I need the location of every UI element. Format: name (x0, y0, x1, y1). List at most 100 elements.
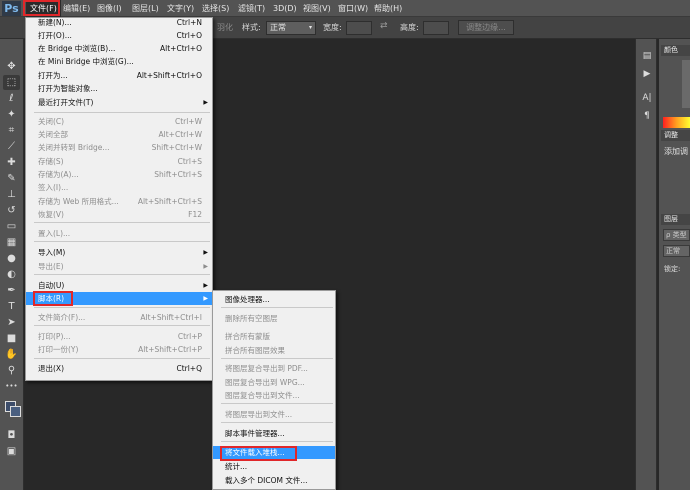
menu-filter[interactable]: 滤镜(T) (234, 0, 269, 17)
menu-item-label: 图层复合导出到 WPG... (225, 378, 305, 387)
color-panel-scrollbar[interactable] (682, 60, 690, 108)
eyedropper-tool-icon[interactable]: ⟋ (3, 139, 20, 154)
menu-item-label: 置入(L)... (38, 229, 71, 238)
screen-mode-icon[interactable]: ▣ (3, 444, 20, 459)
file-menu-item[interactable]: 在 Mini Bridge 中浏览(G)... (26, 55, 212, 68)
scripts-menu-item[interactable]: 载入多个 DICOM 文件... (213, 474, 335, 487)
clone-stamp-tool-icon[interactable]: ⊥ (3, 187, 20, 202)
dodge-tool-icon[interactable]: ◐ (3, 267, 20, 282)
file-menu-item[interactable]: 存储为 Web 所用格式... Alt+Shift+Ctrl+S (26, 195, 212, 208)
scripts-menu-item[interactable]: 图像处理器... (213, 293, 335, 306)
menu-select[interactable]: 选择(S) (198, 0, 233, 17)
hand-tool-icon[interactable]: ✋ (3, 347, 20, 362)
scripts-menu-item[interactable]: 将图层复合导出到 PDF... (213, 362, 335, 375)
lock-label: 锁定: (664, 265, 681, 273)
menu-item-shortcut: Alt+Ctrl+W (158, 130, 202, 139)
scripts-menu-item[interactable]: 脚本事件管理器... (213, 427, 335, 440)
menu-image[interactable]: 图像(I) (93, 0, 126, 17)
file-menu-item[interactable]: 导入(M) ▶ (26, 246, 212, 259)
menu-edit[interactable]: 编辑(E) (59, 0, 94, 17)
menu-separator (34, 307, 210, 308)
menu-item-shortcut: Ctrl+N (176, 18, 202, 27)
file-menu-item[interactable]: 退出(X) Ctrl+Q (26, 362, 212, 375)
character-panel-icon[interactable]: A| (640, 91, 654, 105)
file-menu-item[interactable]: 打开(O)... Ctrl+O (26, 29, 212, 42)
file-menu-item[interactable]: 关闭并转到 Bridge... Shift+Ctrl+W (26, 141, 212, 154)
file-menu-item[interactable]: 关闭(C) Ctrl+W (26, 115, 212, 128)
path-selection-tool-icon[interactable]: ➤ (3, 315, 20, 330)
menu-help[interactable]: 帮助(H) (370, 0, 406, 17)
menu-item-label: 将图层复合导出到 PDF... (225, 364, 308, 373)
menu-layer[interactable]: 图层(L) (128, 0, 163, 17)
file-menu-item[interactable]: 关闭全部 Alt+Ctrl+W (26, 128, 212, 141)
crop-tool-icon[interactable]: ⌗ (3, 123, 20, 138)
scripts-menu-item[interactable]: 图层复合导出到文件... (213, 389, 335, 402)
tab-layers[interactable]: 图层 (661, 214, 690, 225)
actions-panel-icon[interactable]: ▶ (640, 67, 654, 81)
width-input[interactable] (346, 21, 372, 35)
file-menu-item[interactable]: 新建(N)... Ctrl+N (26, 16, 212, 29)
menu-3d[interactable]: 3D(D) (269, 0, 301, 17)
file-menu-item[interactable]: 存储(S) Ctrl+S (26, 155, 212, 168)
gradient-tool-icon[interactable]: ▦ (3, 235, 20, 250)
height-input[interactable] (423, 21, 449, 35)
color-spectrum[interactable] (663, 117, 690, 128)
file-menu-item[interactable]: 恢复(V) F12 (26, 208, 212, 221)
file-menu-item[interactable]: 打印(P)... Ctrl+P (26, 330, 212, 343)
type-tool-icon[interactable]: T (3, 299, 20, 314)
file-menu-item[interactable]: 文件简介(F)... Alt+Shift+Ctrl+I (26, 311, 212, 324)
blend-mode-select[interactable]: 正常 (663, 245, 690, 257)
paragraph-panel-icon[interactable]: ¶ (640, 109, 654, 123)
scripts-menu-item[interactable]: 图层复合导出到 WPG... (213, 376, 335, 389)
scripts-menu-item[interactable]: 将图层导出到文件... (213, 408, 335, 421)
menu-file[interactable]: 文件(F) (26, 0, 61, 17)
pen-tool-icon[interactable]: ✒ (3, 283, 20, 298)
menu-item-label: 删除所有空图层 (225, 314, 278, 323)
menu-item-label: 关闭全部 (38, 130, 68, 139)
more-tools-icon[interactable]: ••• (3, 379, 20, 394)
magic-wand-tool-icon[interactable]: ✦ (3, 107, 20, 122)
file-menu-item[interactable]: 脚本(R) ▶ (26, 292, 212, 305)
history-brush-tool-icon[interactable]: ↺ (3, 203, 20, 218)
lasso-tool-icon[interactable]: ℓ (3, 91, 20, 106)
history-panel-icon[interactable]: ▤ (640, 49, 654, 63)
brush-tool-icon[interactable]: ✎ (3, 171, 20, 186)
healing-brush-tool-icon[interactable]: ✚ (3, 155, 20, 170)
file-menu-item[interactable]: 打印一份(Y) Alt+Shift+Ctrl+P (26, 343, 212, 356)
swap-icon[interactable]: ⇄ (380, 21, 388, 31)
file-menu-item[interactable]: 最近打开文件(T) ▶ (26, 96, 212, 109)
refine-edge-button[interactable]: 调整边缘... (458, 20, 514, 35)
scripts-menu-item[interactable]: 拼合所有蒙版 (213, 330, 335, 343)
file-menu-item[interactable]: 打开为智能对象... (26, 82, 212, 95)
scripts-menu-item[interactable]: 删除所有空图层 (213, 312, 335, 325)
tab-adjustments[interactable]: 调整 (661, 130, 690, 141)
file-menu-item[interactable]: 导出(E) ▶ (26, 260, 212, 273)
adjustments-label: 添加调 (664, 147, 688, 156)
move-tool-icon[interactable]: ✥ (3, 59, 20, 74)
file-menu-item[interactable]: 置入(L)... (26, 227, 212, 240)
scripts-menu-item[interactable]: 统计... (213, 460, 335, 473)
rectangle-tool-icon[interactable]: ■ (3, 331, 20, 346)
menu-item-label: 拼合所有蒙版 (225, 332, 270, 341)
blur-tool-icon[interactable]: ● (3, 251, 20, 266)
zoom-tool-icon[interactable]: ⚲ (3, 363, 20, 378)
background-color-swatch[interactable] (10, 406, 21, 417)
file-menu-item[interactable]: 自动(U) ▶ (26, 279, 212, 292)
scripts-menu-item[interactable]: 将文件载入堆栈... (213, 446, 335, 459)
menu-type[interactable]: 文字(Y) (163, 0, 198, 17)
layer-kind-filter[interactable]: ρ 类型 (663, 229, 690, 241)
quick-mask-icon[interactable]: ◘ (3, 428, 20, 443)
file-menu-item[interactable]: 签入(I)... (26, 181, 212, 194)
file-menu-item[interactable]: 在 Bridge 中浏览(B)... Alt+Ctrl+O (26, 42, 212, 55)
file-menu-item[interactable]: 存储为(A)... Shift+Ctrl+S (26, 168, 212, 181)
menu-item-label: 载入多个 DICOM 文件... (225, 476, 308, 485)
menu-window[interactable]: 窗口(W) (334, 0, 372, 17)
scripts-menu-item[interactable]: 拼合所有图层效果 (213, 344, 335, 357)
eraser-tool-icon[interactable]: ▭ (3, 219, 20, 234)
menu-item-label: 恢复(V) (38, 210, 64, 219)
style-select[interactable]: 正常 ▾ (266, 21, 316, 35)
menu-view[interactable]: 视图(V) (299, 0, 335, 17)
marquee-tool-icon[interactable]: ⬚ (3, 75, 20, 90)
tab-color[interactable]: 颜色 (661, 45, 690, 56)
file-menu-item[interactable]: 打开为... Alt+Shift+Ctrl+O (26, 69, 212, 82)
